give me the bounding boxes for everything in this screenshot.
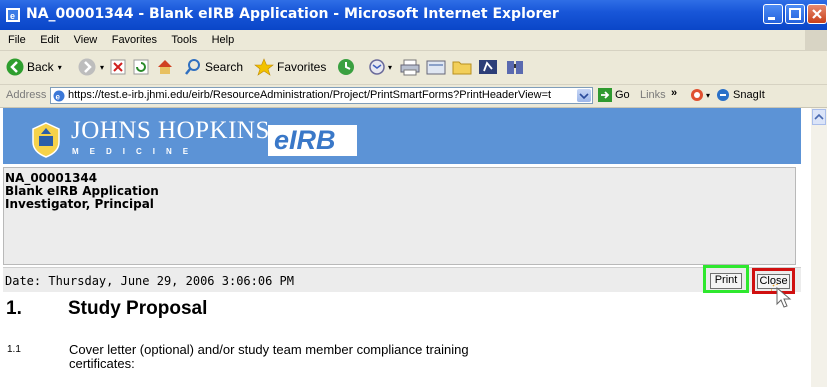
back-label: Back [27, 60, 54, 74]
menu-bar: File Edit View Favorites Tools Help [0, 30, 827, 51]
toolbar: Back ▾ ▾ Search Favorites ▾ [0, 51, 827, 85]
ie-window: e NA_00001344 - Blank eIRB Application -… [0, 0, 827, 387]
print-date: Date: Thursday, June 29, 2006 3:06:06 PM [5, 274, 294, 288]
home-button[interactable] [156, 56, 174, 78]
favorites-button[interactable]: Favorites [254, 56, 326, 78]
print-toolbar-button[interactable] [400, 56, 420, 78]
menu-edit[interactable]: Edit [35, 31, 64, 46]
vertical-scrollbar[interactable] [811, 108, 827, 387]
history-icon [338, 59, 354, 75]
address-label: Address [6, 89, 47, 101]
window-title: NA_00001344 - Blank eIRB Application - M… [26, 6, 559, 22]
links-chevron[interactable]: » [671, 87, 677, 99]
minimize-icon [768, 17, 775, 20]
chevron-up-icon [814, 113, 824, 120]
address-url: https://test.e-irb.jhmi.edu/eirb/Resourc… [68, 89, 552, 101]
edit-icon [426, 60, 446, 75]
search-icon [185, 59, 200, 75]
menu-help[interactable]: Help [207, 31, 240, 46]
item-number: 1.1 [7, 344, 21, 355]
go-label: Go [615, 89, 630, 101]
close-icon [812, 9, 822, 19]
forward-button[interactable]: ▾ [78, 56, 104, 78]
svg-text:e: e [56, 93, 61, 102]
back-arrow-icon [6, 58, 24, 76]
page-icon: e [53, 90, 65, 102]
mail-dropdown-icon[interactable]: ▾ [388, 63, 392, 72]
menu-view[interactable]: View [69, 31, 103, 46]
discuss-button[interactable] [452, 56, 472, 78]
stop-button[interactable] [110, 56, 126, 78]
window-close-button[interactable] [807, 4, 827, 24]
favorites-star-icon [254, 58, 274, 76]
ie-page-icon: e [6, 8, 20, 22]
mouse-pointer-icon [771, 284, 792, 308]
header-banner: JOHNS HOPKINS MEDICINE eIRB [3, 108, 801, 164]
hopkins-seal-icon [32, 122, 60, 158]
snagit-capture-icon [717, 89, 730, 101]
favorites-label: Favorites [277, 60, 327, 74]
refresh-button[interactable] [133, 56, 149, 78]
home-icon [158, 60, 172, 74]
printer-icon [400, 59, 420, 76]
title-bar: e NA_00001344 - Blank eIRB Application -… [0, 0, 827, 30]
brand-name: JOHNS HOPKINS [71, 117, 270, 144]
refresh-icon [133, 59, 149, 75]
snagit-icon [691, 89, 703, 101]
address-bar: Address e https://test.e-irb.jhmi.edu/ei… [0, 85, 827, 108]
windows-logo-icon [805, 30, 827, 50]
address-input[interactable]: e https://test.e-irb.jhmi.edu/eirb/Resou… [50, 87, 593, 104]
eirb-logo-text: eIRB [274, 125, 336, 155]
stop-icon [110, 59, 126, 75]
research-button[interactable] [505, 56, 525, 78]
folder-icon [452, 61, 472, 75]
investigator-role: Investigator, Principal [5, 197, 154, 211]
forward-dropdown-icon[interactable]: ▾ [100, 63, 104, 72]
brand-sub: MEDICINE [72, 147, 200, 156]
svg-text:e: e [10, 11, 15, 21]
snagit-button[interactable]: ▾ SnagIt [690, 88, 765, 102]
address-dropdown-button[interactable] [577, 89, 591, 102]
eirb-logo: eIRB [268, 125, 357, 156]
research-icon [507, 61, 523, 74]
date-bar: Date: Thursday, June 29, 2006 3:06:06 PM [3, 267, 801, 292]
application-info: NA_00001344 Blank eIRB Application Inves… [3, 167, 796, 265]
edit-button[interactable] [426, 56, 446, 78]
section-number: 1. [6, 298, 22, 319]
search-label: Search [205, 60, 244, 74]
print-button[interactable]: Print [710, 273, 742, 289]
mail-icon [369, 59, 385, 75]
menu-file[interactable]: File [0, 31, 31, 46]
go-button[interactable]: Go [598, 88, 630, 102]
media-icon [479, 60, 497, 74]
search-button[interactable]: Search [184, 56, 243, 78]
back-button[interactable]: Back ▾ [6, 56, 62, 78]
menu-tools[interactable]: Tools [166, 31, 202, 46]
snagit-label: SnagIt [733, 89, 765, 101]
back-dropdown-icon[interactable]: ▾ [58, 63, 62, 72]
chevron-down-icon [579, 93, 589, 100]
messenger-button[interactable] [478, 56, 498, 78]
snagit-dropdown-icon[interactable]: ▾ [706, 91, 710, 100]
links-button[interactable]: Links [640, 89, 666, 101]
page-content: JOHNS HOPKINS MEDICINE eIRB NA_00001344 … [0, 108, 811, 387]
go-arrow-icon [598, 88, 612, 102]
mail-button[interactable]: ▾ [368, 56, 392, 78]
scroll-up-button[interactable] [812, 109, 826, 125]
maximize-button[interactable] [785, 4, 805, 24]
menu-favorites[interactable]: Favorites [107, 31, 162, 46]
maximize-icon [789, 8, 801, 20]
history-button[interactable] [337, 56, 355, 78]
forward-arrow-icon [78, 58, 96, 76]
minimize-button[interactable] [763, 4, 783, 24]
section-title: Study Proposal [68, 298, 208, 319]
item-text: Cover letter (optional) and/or study tea… [69, 342, 469, 371]
